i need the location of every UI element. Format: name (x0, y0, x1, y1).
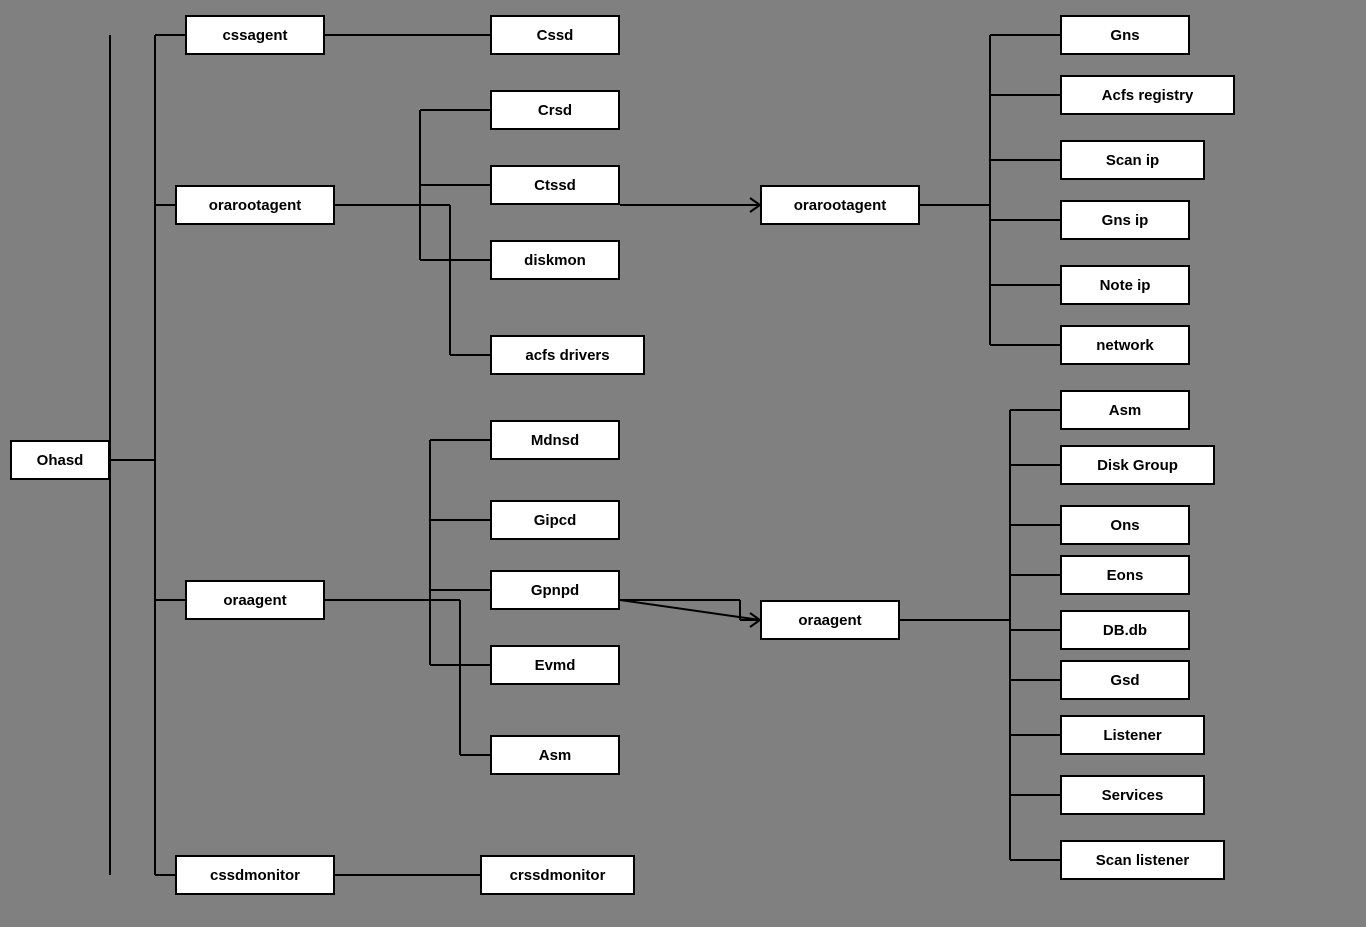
crsd-label: Crsd (538, 102, 572, 119)
gipcd-node: Gipcd (490, 500, 620, 540)
gsd-node: Gsd (1060, 660, 1190, 700)
mdnsd-label: Mdnsd (531, 432, 579, 449)
scan-listener-label: Scan listener (1096, 852, 1189, 869)
orarootagent-right-label: orarootagent (794, 197, 887, 214)
crsd-node: Crsd (490, 90, 620, 130)
services-node: Services (1060, 775, 1205, 815)
ctssd-label: Ctssd (534, 177, 576, 194)
cssdmonitor-node: cssdmonitor (175, 855, 335, 895)
diskmon-node: diskmon (490, 240, 620, 280)
network-node: network (1060, 325, 1190, 365)
cssd-node: Cssd (490, 15, 620, 55)
eons-label: Eons (1107, 567, 1144, 584)
cssagent-node: cssagent (185, 15, 325, 55)
diskmon-label: diskmon (524, 252, 586, 269)
orarootagent-left-label: orarootagent (209, 197, 302, 214)
cssd-label: Cssd (537, 27, 574, 44)
services-label: Services (1102, 787, 1164, 804)
orarootagent-right-node: orarootagent (760, 185, 920, 225)
oraagent-right-label: oraagent (798, 612, 861, 629)
oraagent-left-node: oraagent (185, 580, 325, 620)
acfs-registry-label: Acfs registry (1102, 87, 1194, 104)
oraagent-right-node: oraagent (760, 600, 900, 640)
eons-node: Eons (1060, 555, 1190, 595)
gns-label: Gns (1110, 27, 1139, 44)
ohasd-label: Ohasd (37, 452, 84, 469)
crssdmonitor-node: crssdmonitor (480, 855, 635, 895)
disk-group-node: Disk Group (1060, 445, 1215, 485)
gsd-label: Gsd (1110, 672, 1139, 689)
mdnsd-node: Mdnsd (490, 420, 620, 460)
asm-right-node: Asm (1060, 390, 1190, 430)
network-label: network (1096, 337, 1154, 354)
acfs-drivers-node: acfs drivers (490, 335, 645, 375)
listener-label: Listener (1103, 727, 1161, 744)
note-ip-node: Note ip (1060, 265, 1190, 305)
oraagent-left-label: oraagent (223, 592, 286, 609)
listener-node: Listener (1060, 715, 1205, 755)
gns-node: Gns (1060, 15, 1190, 55)
note-ip-label: Note ip (1100, 277, 1151, 294)
gns-ip-node: Gns ip (1060, 200, 1190, 240)
ohasd-node: Ohasd (10, 440, 110, 480)
orarootagent-left-node: orarootagent (175, 185, 335, 225)
disk-group-label: Disk Group (1097, 457, 1178, 474)
gpnpd-label: Gpnpd (531, 582, 579, 599)
evmd-node: Evmd (490, 645, 620, 685)
acfs-drivers-label: acfs drivers (525, 347, 609, 364)
scan-ip-label: Scan ip (1106, 152, 1159, 169)
asm-right-label: Asm (1109, 402, 1142, 419)
crssdmonitor-label: crssdmonitor (510, 867, 606, 884)
scan-ip-node: Scan ip (1060, 140, 1205, 180)
evmd-label: Evmd (535, 657, 576, 674)
scan-listener-node: Scan listener (1060, 840, 1225, 880)
cssagent-label: cssagent (222, 27, 287, 44)
gpnpd-node: Gpnpd (490, 570, 620, 610)
ctssd-node: Ctssd (490, 165, 620, 205)
asm-left-node: Asm (490, 735, 620, 775)
ons-node: Ons (1060, 505, 1190, 545)
gns-ip-label: Gns ip (1102, 212, 1149, 229)
cssdmonitor-label: cssdmonitor (210, 867, 300, 884)
asm-left-label: Asm (539, 747, 572, 764)
ons-label: Ons (1110, 517, 1139, 534)
db-db-node: DB.db (1060, 610, 1190, 650)
gipcd-label: Gipcd (534, 512, 577, 529)
acfs-registry-node: Acfs registry (1060, 75, 1235, 115)
db-db-label: DB.db (1103, 622, 1147, 639)
